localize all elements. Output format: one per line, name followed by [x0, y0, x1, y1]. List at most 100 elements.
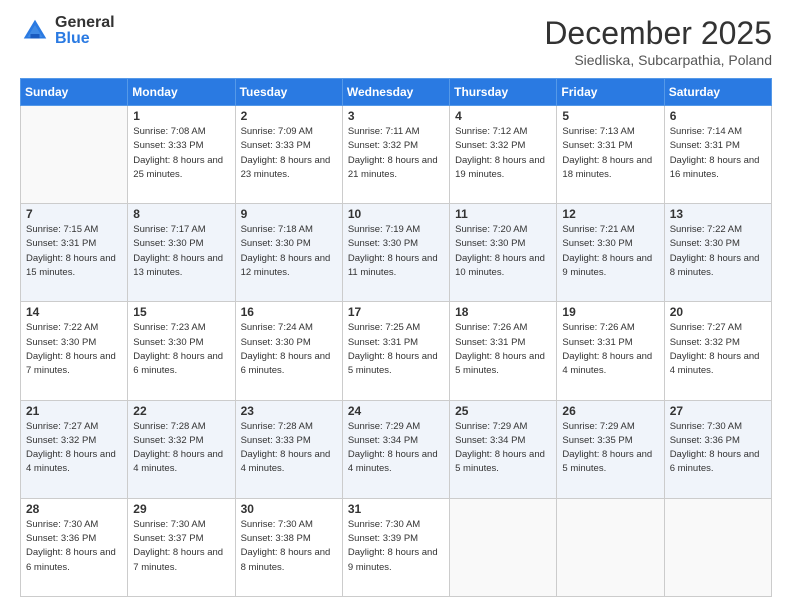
calendar-week-row: 7Sunrise: 7:15 AMSunset: 3:31 PMDaylight… [21, 204, 772, 302]
day-info: Sunrise: 7:15 AMSunset: 3:31 PMDaylight:… [26, 223, 122, 280]
day-info: Sunrise: 7:09 AMSunset: 3:33 PMDaylight:… [241, 125, 337, 182]
day-info: Sunrise: 7:30 AMSunset: 3:39 PMDaylight:… [348, 518, 444, 575]
calendar-cell: 13 Sunrise: 7:22 AMSunset: 3:30 PMDayligh… [664, 204, 771, 302]
sunset-text: Sunset: 3:32 PM [26, 434, 122, 448]
daylight-text: Daylight: 8 hours and 5 minutes. [348, 350, 444, 379]
calendar-cell: 27Sunrise: 7:30 AMSunset: 3:36 PMDayligh… [664, 400, 771, 498]
sunrise-text: Sunrise: 7:26 AM [455, 321, 551, 335]
day-number: 3 [348, 109, 444, 123]
daylight-text: Daylight: 8 hours and 19 minutes. [455, 154, 551, 183]
day-number: 13 [670, 207, 766, 221]
sunrise-text: Sunrise: 7:25 AM [348, 321, 444, 335]
day-info: Sunrise: 7:11 AMSunset: 3:32 PMDaylight:… [348, 125, 444, 182]
daylight-text: Daylight: 8 hours and 5 minutes. [455, 448, 551, 477]
daylight-text: Daylight: 8 hours and 5 minutes. [455, 350, 551, 379]
sunset-text: Sunset: 3:31 PM [670, 139, 766, 153]
daylight-text: Daylight: 8 hours and 6 minutes. [26, 546, 122, 575]
calendar-cell: 9 Sunrise: 7:18 AMSunset: 3:30 PMDaylight… [235, 204, 342, 302]
sunset-text: Sunset: 3:32 PM [670, 336, 766, 350]
daylight-text: Daylight: 8 hours and 6 minutes. [241, 350, 337, 379]
day-info: Sunrise: 7:20 AMSunset: 3:30 PMDaylight:… [455, 223, 551, 280]
sunset-text: Sunset: 3:33 PM [241, 139, 337, 153]
day-info: Sunrise: 7:29 AMSunset: 3:34 PMDaylight:… [455, 420, 551, 477]
calendar-cell: 31 Sunrise: 7:30 AMSunset: 3:39 PMDayligh… [342, 498, 449, 596]
day-info: Sunrise: 7:22 AMSunset: 3:30 PMDaylight:… [670, 223, 766, 280]
day-info: Sunrise: 7:30 AMSunset: 3:38 PMDaylight:… [241, 518, 337, 575]
day-number: 12 [562, 207, 658, 221]
location: Siedliska, Subcarpathia, Poland [544, 52, 772, 68]
daylight-text: Daylight: 8 hours and 9 minutes. [562, 252, 658, 281]
day-info: Sunrise: 7:28 AMSunset: 3:33 PMDaylight:… [241, 420, 337, 477]
day-number: 16 [241, 305, 337, 319]
day-number: 15 [133, 305, 229, 319]
sunrise-text: Sunrise: 7:30 AM [348, 518, 444, 532]
day-info: Sunrise: 7:28 AMSunset: 3:32 PMDaylight:… [133, 420, 229, 477]
logo: General Blue [20, 15, 115, 47]
day-info: Sunrise: 7:30 AMSunset: 3:36 PMDaylight:… [670, 420, 766, 477]
weekday-header-row: SundayMondayTuesdayWednesdayThursdayFrid… [21, 79, 772, 106]
calendar-cell: 23Sunrise: 7:28 AMSunset: 3:33 PMDayligh… [235, 400, 342, 498]
daylight-text: Daylight: 8 hours and 6 minutes. [670, 448, 766, 477]
daylight-text: Daylight: 8 hours and 5 minutes. [562, 448, 658, 477]
daylight-text: Daylight: 8 hours and 8 minutes. [241, 546, 337, 575]
day-number: 31 [348, 502, 444, 516]
calendar-cell [450, 498, 557, 596]
sunset-text: Sunset: 3:39 PM [348, 532, 444, 546]
day-number: 17 [348, 305, 444, 319]
daylight-text: Daylight: 8 hours and 11 minutes. [348, 252, 444, 281]
calendar-cell: 15Sunrise: 7:23 AMSunset: 3:30 PMDayligh… [128, 302, 235, 400]
day-number: 9 [241, 207, 337, 221]
day-info: Sunrise: 7:29 AMSunset: 3:35 PMDaylight:… [562, 420, 658, 477]
calendar-cell: 5Sunrise: 7:13 AMSunset: 3:31 PMDaylight… [557, 106, 664, 204]
sunset-text: Sunset: 3:30 PM [562, 237, 658, 251]
day-number: 30 [241, 502, 337, 516]
daylight-text: Daylight: 8 hours and 21 minutes. [348, 154, 444, 183]
sunset-text: Sunset: 3:35 PM [562, 434, 658, 448]
sunrise-text: Sunrise: 7:26 AM [562, 321, 658, 335]
daylight-text: Daylight: 8 hours and 25 minutes. [133, 154, 229, 183]
weekday-header-thursday: Thursday [450, 79, 557, 106]
day-number: 26 [562, 404, 658, 418]
sunrise-text: Sunrise: 7:21 AM [562, 223, 658, 237]
daylight-text: Daylight: 8 hours and 9 minutes. [348, 546, 444, 575]
sunset-text: Sunset: 3:30 PM [348, 237, 444, 251]
daylight-text: Daylight: 8 hours and 4 minutes. [562, 350, 658, 379]
day-info: Sunrise: 7:24 AMSunset: 3:30 PMDaylight:… [241, 321, 337, 378]
title-section: December 2025 Siedliska, Subcarpathia, P… [544, 15, 772, 68]
day-info: Sunrise: 7:27 AMSunset: 3:32 PMDaylight:… [670, 321, 766, 378]
daylight-text: Daylight: 8 hours and 7 minutes. [133, 546, 229, 575]
calendar-cell: 25Sunrise: 7:29 AMSunset: 3:34 PMDayligh… [450, 400, 557, 498]
day-info: Sunrise: 7:30 AMSunset: 3:36 PMDaylight:… [26, 518, 122, 575]
day-number: 2 [241, 109, 337, 123]
calendar-cell: 12 Sunrise: 7:21 AMSunset: 3:30 PMDayligh… [557, 204, 664, 302]
day-info: Sunrise: 7:22 AMSunset: 3:30 PMDaylight:… [26, 321, 122, 378]
sunset-text: Sunset: 3:32 PM [133, 434, 229, 448]
sunrise-text: Sunrise: 7:15 AM [26, 223, 122, 237]
header: General Blue December 2025 Siedliska, Su… [20, 15, 772, 68]
sunrise-text: Sunrise: 7:30 AM [241, 518, 337, 532]
calendar-cell: 24Sunrise: 7:29 AMSunset: 3:34 PMDayligh… [342, 400, 449, 498]
day-number: 22 [133, 404, 229, 418]
sunrise-text: Sunrise: 7:27 AM [26, 420, 122, 434]
sunset-text: Sunset: 3:31 PM [562, 336, 658, 350]
day-info: Sunrise: 7:18 AMSunset: 3:30 PMDaylight:… [241, 223, 337, 280]
day-info: Sunrise: 7:12 AMSunset: 3:32 PMDaylight:… [455, 125, 551, 182]
sunrise-text: Sunrise: 7:08 AM [133, 125, 229, 139]
calendar-cell: 28Sunrise: 7:30 AMSunset: 3:36 PMDayligh… [21, 498, 128, 596]
day-info: Sunrise: 7:14 AMSunset: 3:31 PMDaylight:… [670, 125, 766, 182]
sunrise-text: Sunrise: 7:29 AM [562, 420, 658, 434]
day-number: 1 [133, 109, 229, 123]
sunset-text: Sunset: 3:31 PM [562, 139, 658, 153]
sunset-text: Sunset: 3:37 PM [133, 532, 229, 546]
sunset-text: Sunset: 3:38 PM [241, 532, 337, 546]
day-info: Sunrise: 7:27 AMSunset: 3:32 PMDaylight:… [26, 420, 122, 477]
calendar-cell: 17 Sunrise: 7:25 AMSunset: 3:31 PMDayligh… [342, 302, 449, 400]
logo-icon [20, 16, 50, 46]
sunset-text: Sunset: 3:31 PM [348, 336, 444, 350]
day-number: 14 [26, 305, 122, 319]
day-info: Sunrise: 7:17 AMSunset: 3:30 PMDaylight:… [133, 223, 229, 280]
sunrise-text: Sunrise: 7:12 AM [455, 125, 551, 139]
calendar-cell: 30 Sunrise: 7:30 AMSunset: 3:38 PMDayligh… [235, 498, 342, 596]
day-info: Sunrise: 7:29 AMSunset: 3:34 PMDaylight:… [348, 420, 444, 477]
sunrise-text: Sunrise: 7:13 AM [562, 125, 658, 139]
